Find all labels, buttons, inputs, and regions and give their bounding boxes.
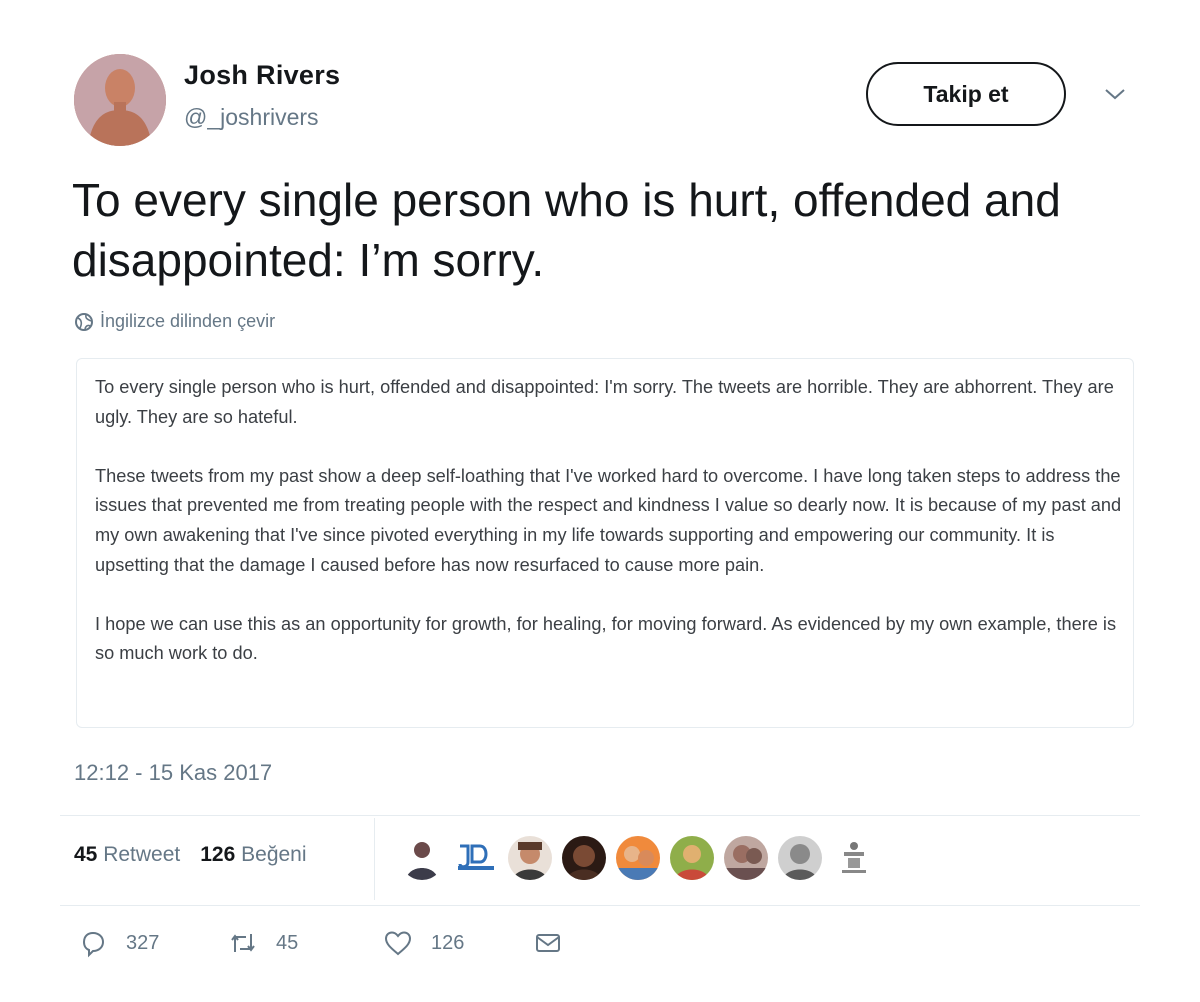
stats-separator	[374, 818, 375, 900]
reply-button[interactable]: 327	[78, 928, 228, 958]
envelope-icon	[536, 934, 560, 952]
divider	[60, 815, 1140, 816]
image-text: To every single person who is hurt, offe…	[95, 373, 1125, 699]
like-button[interactable]: 126	[383, 928, 533, 958]
like-label: Beğeni	[241, 843, 307, 866]
tweet-stats: 45 Retweet 126 Beğeni	[74, 843, 307, 867]
retweet-stat[interactable]: 45 Retweet	[74, 843, 180, 867]
retweet-button[interactable]: 45	[228, 928, 383, 958]
liker-avatar[interactable]	[724, 836, 768, 880]
image-paragraph: These tweets from my past show a deep se…	[95, 465, 1122, 575]
translate-link[interactable]: İngilizce dilinden çevir	[74, 311, 275, 332]
retweet-label: Retweet	[103, 843, 181, 866]
timestamp[interactable]: 12:12 - 15 Kas 2017	[74, 760, 272, 786]
direct-message-button[interactable]	[533, 928, 563, 958]
liker-avatar[interactable]	[616, 836, 660, 880]
tweet-text: To every single person who is hurt, offe…	[72, 174, 1061, 286]
avatar[interactable]	[74, 54, 166, 146]
liker-avatar[interactable]	[562, 836, 606, 880]
liker-avatar[interactable]	[454, 836, 498, 880]
retweet-count: 45	[74, 843, 98, 866]
retweet-icon	[231, 934, 255, 952]
liker-avatar[interactable]	[778, 836, 822, 880]
reply-icon	[82, 931, 105, 958]
user-name[interactable]: Josh Rivers	[184, 60, 340, 91]
retweet-action-count: 45	[276, 931, 299, 954]
like-count: 126	[200, 843, 236, 866]
liker-avatar[interactable]	[400, 836, 444, 880]
follow-button[interactable]: Takip et	[866, 62, 1066, 126]
divider	[60, 905, 1140, 906]
liker-avatar[interactable]	[832, 836, 876, 880]
chevron-down-icon[interactable]	[1100, 84, 1130, 104]
liker-avatars	[400, 836, 876, 880]
heart-icon	[384, 931, 412, 956]
user-handle[interactable]: @_joshrivers	[184, 104, 319, 131]
liker-avatar[interactable]	[508, 836, 552, 880]
translate-label: İngilizce dilinden çevir	[100, 311, 276, 331]
tweet-actions: 327 45 126	[78, 928, 563, 958]
reply-count: 327	[126, 931, 160, 954]
liker-avatar[interactable]	[670, 836, 714, 880]
tweet-image[interactable]: To every single person who is hurt, offe…	[76, 358, 1134, 728]
like-action-count: 126	[431, 931, 465, 954]
like-stat[interactable]: 126 Beğeni	[200, 843, 306, 867]
globe-icon	[74, 312, 94, 332]
image-paragraph: I hope we can use this as an opportunity…	[95, 613, 1117, 664]
image-paragraph: To every single person who is hurt, offe…	[95, 377, 1114, 427]
